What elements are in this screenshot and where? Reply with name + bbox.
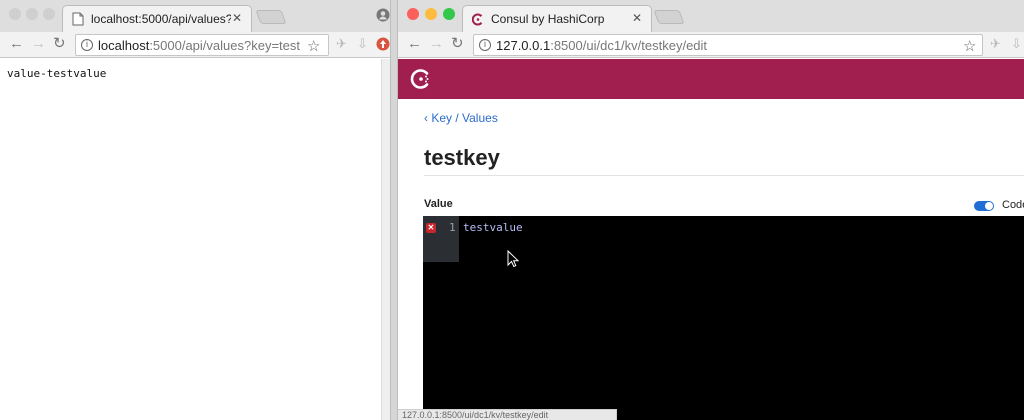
forward-arrow-icon[interactable]: → <box>31 35 46 53</box>
tab-consul[interactable]: Consul by HashiCorp ✕ <box>462 5 652 32</box>
code-editor[interactable]: ✕ 1 testvalue <box>423 216 1024 420</box>
extension-icon[interactable]: ✈ <box>336 36 347 52</box>
mouse-cursor-icon <box>507 250 519 268</box>
x-icon: ✕ <box>426 223 436 233</box>
extension-badge-icon[interactable] <box>376 37 390 51</box>
address-text: localhost:5000/api/values?key=test... <box>98 38 301 53</box>
status-url-bar: 127.0.0.1:8500/ui/dc1/kv/testkey/edit <box>398 409 617 420</box>
code-toggle-label: Code <box>1002 199 1024 211</box>
info-icon: i <box>81 39 93 51</box>
address-bar[interactable]: i 127.0.0.1:8500/ui/dc1/kv/testkey/edit … <box>473 34 983 56</box>
value-label: Value <box>424 198 453 210</box>
bookmark-star-icon[interactable]: ☆ <box>307 37 320 55</box>
window-divider <box>390 0 398 420</box>
response-text: value-testvalue <box>7 67 107 80</box>
breadcrumb-label: Key / Values <box>431 111 498 125</box>
forward-arrow-icon[interactable]: → <box>429 35 444 53</box>
consul-logo-icon[interactable] <box>410 68 432 90</box>
editor-gutter: ✕ 1 <box>423 216 459 262</box>
document-icon <box>72 12 84 26</box>
close-icon[interactable]: ✕ <box>232 11 242 25</box>
new-tab-button[interactable] <box>653 10 685 24</box>
tab-localhost[interactable]: localhost:5000/api/values?key ✕ <box>62 5 252 32</box>
extension-download-icon[interactable]: ⇩ <box>1011 36 1022 52</box>
window-zoom-button[interactable] <box>443 8 455 20</box>
browser-toolbar: ← → ↻ i localhost:5000/api/values?key=te… <box>0 32 390 58</box>
tab-title: Consul by HashiCorp <box>491 12 605 26</box>
tab-strip: Consul by HashiCorp ✕ <box>398 0 1024 32</box>
address-host: 127.0.0.1 <box>496 38 551 53</box>
reload-icon[interactable]: ↻ <box>53 35 66 53</box>
right-browser-window: Consul by HashiCorp ✕ ← → ↻ i 127.0.0.1:… <box>398 0 1024 420</box>
page-content: value-testvalue <box>0 59 381 420</box>
tab-title: localhost:5000/api/values?key <box>91 12 231 26</box>
status-url-text: 127.0.0.1:8500/ui/dc1/kv/testkey/edit <box>402 410 549 420</box>
back-arrow-icon[interactable]: ← <box>9 35 24 53</box>
left-browser-window: localhost:5000/api/values?key ✕ ← → ↻ i … <box>0 0 390 420</box>
address-host: localhost <box>98 38 150 53</box>
consul-logo-icon <box>472 13 483 26</box>
address-bar[interactable]: i localhost:5000/api/values?key=test... … <box>75 34 329 56</box>
address-text: 127.0.0.1:8500/ui/dc1/kv/testkey/edit <box>496 38 956 53</box>
extension-icon[interactable]: ✈ <box>990 36 1001 52</box>
window-close-button[interactable] <box>9 8 21 20</box>
divider <box>424 175 1024 176</box>
window-minimize-button[interactable] <box>425 8 437 20</box>
breadcrumb[interactable]: ‹ Key / Values <box>424 111 498 125</box>
address-path: :5000/api/values?key=test... <box>149 38 301 53</box>
chevron-left-icon: ‹ <box>424 111 428 125</box>
window-minimize-button[interactable] <box>26 8 38 20</box>
page-title: testkey <box>424 145 500 170</box>
tab-strip: localhost:5000/api/values?key ✕ <box>0 0 390 32</box>
reload-icon[interactable]: ↻ <box>451 35 464 53</box>
close-icon[interactable]: ✕ <box>632 11 642 25</box>
extension-download-icon[interactable]: ⇩ <box>357 36 368 52</box>
bookmark-star-icon[interactable]: ☆ <box>963 37 976 55</box>
back-arrow-icon[interactable]: ← <box>407 35 422 53</box>
line-number: 1 <box>449 221 456 234</box>
window-close-button[interactable] <box>407 8 419 20</box>
profile-icon[interactable] <box>376 8 390 22</box>
code-line[interactable]: testvalue <box>463 221 523 234</box>
window-zoom-button[interactable] <box>43 8 55 20</box>
info-icon: i <box>479 39 491 51</box>
address-path: :8500/ui/dc1/kv/testkey/edit <box>550 38 708 53</box>
scrollbar[interactable] <box>381 59 390 420</box>
consul-header <box>398 59 1024 99</box>
toggle-knob <box>985 202 993 210</box>
new-tab-button[interactable] <box>255 10 287 24</box>
code-toggle[interactable] <box>974 201 994 211</box>
browser-toolbar: ← → ↻ i 127.0.0.1:8500/ui/dc1/kv/testkey… <box>398 32 1024 58</box>
